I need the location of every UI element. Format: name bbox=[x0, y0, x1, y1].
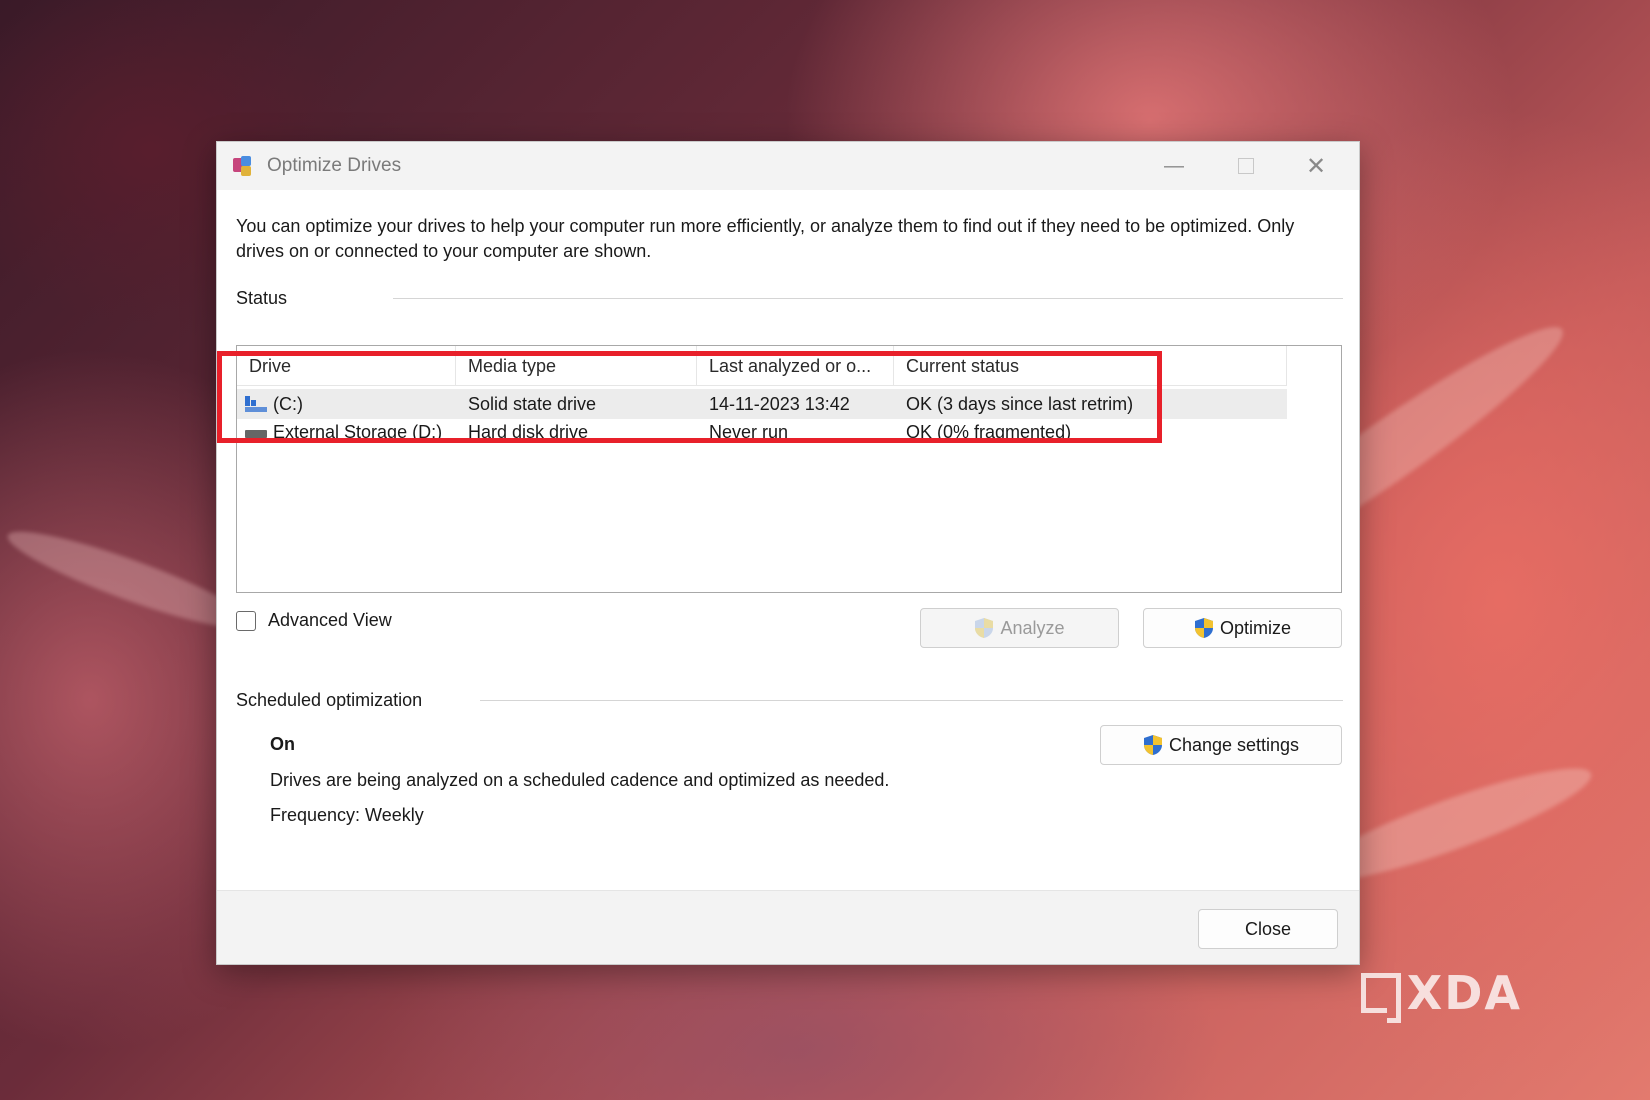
optimize-drives-dialog: Optimize Drives — ✕ You can optimize you… bbox=[216, 141, 1360, 965]
hdd-drive-icon bbox=[245, 430, 267, 438]
analyze-button[interactable]: Analyze bbox=[920, 608, 1119, 648]
optimize-drives-app-icon bbox=[231, 154, 255, 178]
column-header-drive[interactable]: Drive bbox=[237, 346, 456, 386]
analyze-label: Analyze bbox=[1000, 617, 1065, 638]
advanced-view-label: Advanced View bbox=[268, 610, 392, 630]
drive-last-analyzed: 14-11-2023 13:42 bbox=[709, 393, 850, 414]
uac-shield-icon bbox=[1143, 734, 1163, 756]
xda-watermark-text: XDA bbox=[1406, 966, 1522, 1020]
drive-row-c[interactable]: (C:) Solid state drive 14-11-2023 13:42 … bbox=[237, 389, 1287, 419]
optimize-button[interactable]: Optimize bbox=[1143, 608, 1342, 648]
drive-name: (C:) bbox=[273, 393, 303, 414]
drive-name: External Storage (D:) bbox=[273, 422, 443, 442]
scheduled-optimization-label: Scheduled optimization bbox=[236, 690, 423, 710]
column-header-media-type[interactable]: Media type bbox=[456, 346, 697, 386]
drive-row-d[interactable]: External Storage (D:) Hard disk drive Ne… bbox=[237, 420, 1287, 442]
intro-text: You can optimize your drives to help you… bbox=[236, 216, 1295, 261]
maximize-button[interactable] bbox=[1211, 142, 1281, 190]
schedule-state: On bbox=[270, 734, 295, 754]
change-settings-label: Change settings bbox=[1168, 734, 1300, 755]
drive-media-type: Solid state drive bbox=[468, 393, 597, 414]
scheduled-divider bbox=[480, 700, 1343, 701]
drives-list[interactable]: Drive Media type Last analyzed or o... C… bbox=[236, 345, 1342, 593]
drive-last-analyzed: Never run bbox=[709, 422, 789, 442]
drive-current-status: OK (3 days since last retrim) bbox=[906, 393, 1134, 414]
column-header-current-status[interactable]: Current status bbox=[894, 346, 1287, 386]
xda-bracket-icon bbox=[1360, 973, 1401, 1023]
window-title: Optimize Drives bbox=[267, 155, 402, 176]
uac-shield-icon bbox=[1194, 617, 1214, 639]
uac-shield-icon bbox=[974, 617, 994, 639]
dialog-footer: Close bbox=[217, 890, 1359, 964]
xda-watermark-logo: XDA bbox=[1360, 966, 1522, 1023]
status-section-label: Status bbox=[236, 288, 288, 308]
schedule-description: Drives are being analyzed on a scheduled… bbox=[270, 770, 890, 790]
maximize-icon bbox=[1238, 158, 1254, 174]
schedule-frequency: Frequency: Weekly bbox=[270, 805, 424, 825]
title-bar: Optimize Drives — ✕ bbox=[217, 142, 1359, 190]
drive-current-status: OK (0% fragmented) bbox=[906, 422, 1072, 442]
ssd-drive-icon bbox=[245, 396, 267, 412]
status-divider bbox=[393, 298, 1343, 299]
optimize-label: Optimize bbox=[1219, 617, 1291, 638]
close-button[interactable]: Close bbox=[1198, 909, 1338, 949]
drive-media-type: Hard disk drive bbox=[468, 422, 589, 442]
drives-list-header: Drive Media type Last analyzed or o... C… bbox=[237, 346, 1287, 386]
column-header-last-analyzed[interactable]: Last analyzed or o... bbox=[697, 346, 894, 386]
minimize-button[interactable]: — bbox=[1139, 142, 1209, 190]
change-settings-button[interactable]: Change settings bbox=[1100, 725, 1342, 765]
advanced-view-checkbox-row[interactable]: Advanced View bbox=[236, 610, 392, 631]
advanced-view-checkbox[interactable] bbox=[236, 610, 256, 631]
close-window-button[interactable]: ✕ bbox=[1281, 142, 1351, 190]
